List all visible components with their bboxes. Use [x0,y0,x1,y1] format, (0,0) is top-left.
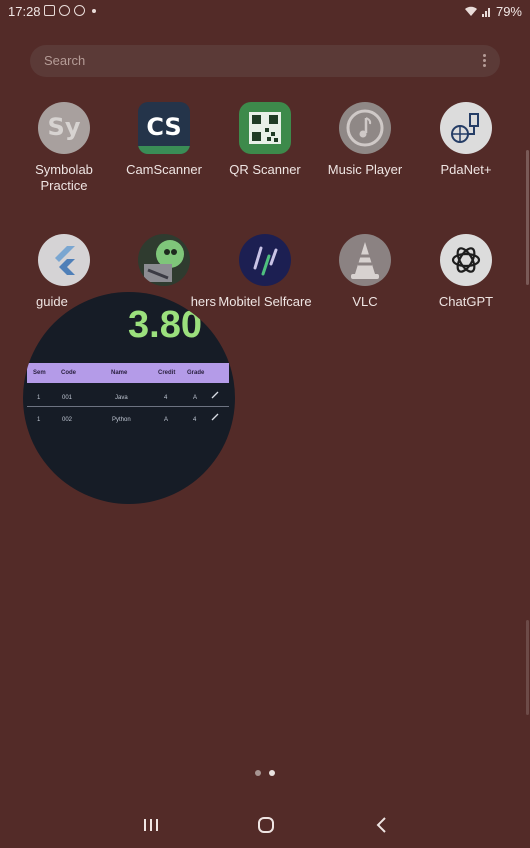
app-vlc[interactable]: VLC [315,234,415,310]
whatsapp-icon [59,5,70,16]
game-icon [138,234,190,286]
app-mobitel[interactable]: Mobitel Selfcare [215,234,315,310]
navigation-bar [0,800,530,848]
app-music-player[interactable]: Music Player [315,102,415,178]
pdanet-icon [440,102,492,154]
app-qr-scanner[interactable]: QR Scanner [215,102,315,178]
signal-icon [481,8,490,17]
app-camscanner[interactable]: CS CamScanner [114,102,214,178]
more-options-icon[interactable] [483,54,486,68]
whatsapp-icon [74,5,85,16]
clock: 17:28 [8,4,41,19]
page-indicator[interactable] [255,770,275,776]
app-label: Mobitel Selfcare [218,294,312,309]
system-status: 79% [464,4,522,19]
back-icon[interactable] [369,812,395,838]
vlc-icon [339,234,391,286]
app-label: CamScanner [126,162,202,177]
battery-percent: 79% [495,4,522,19]
gallery-icon [44,5,55,16]
qr-scanner-icon [239,102,291,154]
dot-icon [92,8,96,13]
table-row[interactable]: 1 002 Python A 4 [27,410,229,430]
app-label: PdaNet+ [440,162,492,177]
column-header: Code [61,370,76,376]
table-row[interactable]: 1 001 Java 4 A [27,388,229,408]
app-label: Symbolab Practice [35,162,93,193]
app-search-bar[interactable]: Search [30,45,500,77]
app-label: QR Scanner [229,162,301,177]
app-pdanet[interactable]: PdaNet+ [416,102,516,178]
app-chatgpt[interactable]: ChatGPT [416,234,516,310]
app-label: Music Player [327,162,403,177]
page-dot[interactable] [255,770,261,776]
search-placeholder: Search [44,53,86,68]
app-label: VLC [352,294,378,309]
floating-gpa-bubble[interactable]: 3.80 Sem Code Name Credit Grade 1 001 Ja… [23,292,235,504]
grades-table-header: Sem Code Name Credit Grade [27,363,229,383]
page-dot-active[interactable] [269,770,275,776]
notification-icons [44,5,96,16]
scroll-indicator [526,150,529,285]
app-label: ChatGPT [438,294,494,309]
status-bar: 17:28 79% [0,0,530,22]
scroll-indicator [526,620,529,715]
camscanner-icon: CS [138,102,190,154]
column-header: Name [111,370,128,376]
flutter-icon [38,234,90,286]
wifi-icon [464,6,477,16]
column-header: Credit [158,370,176,376]
music-player-icon [339,102,391,154]
symbolab-icon: Sy [38,102,90,154]
mobitel-icon [239,234,291,286]
gpa-value: 3.80 [128,304,202,346]
column-header: Grade [187,370,205,376]
edit-icon[interactable] [211,413,219,421]
chatgpt-icon [440,234,492,286]
app-symbolab[interactable]: Sy Symbolab Practice [14,102,114,194]
edit-icon[interactable] [211,391,219,399]
recent-apps-icon[interactable] [138,812,164,838]
home-icon[interactable] [253,812,279,838]
column-header: Sem [33,370,46,376]
